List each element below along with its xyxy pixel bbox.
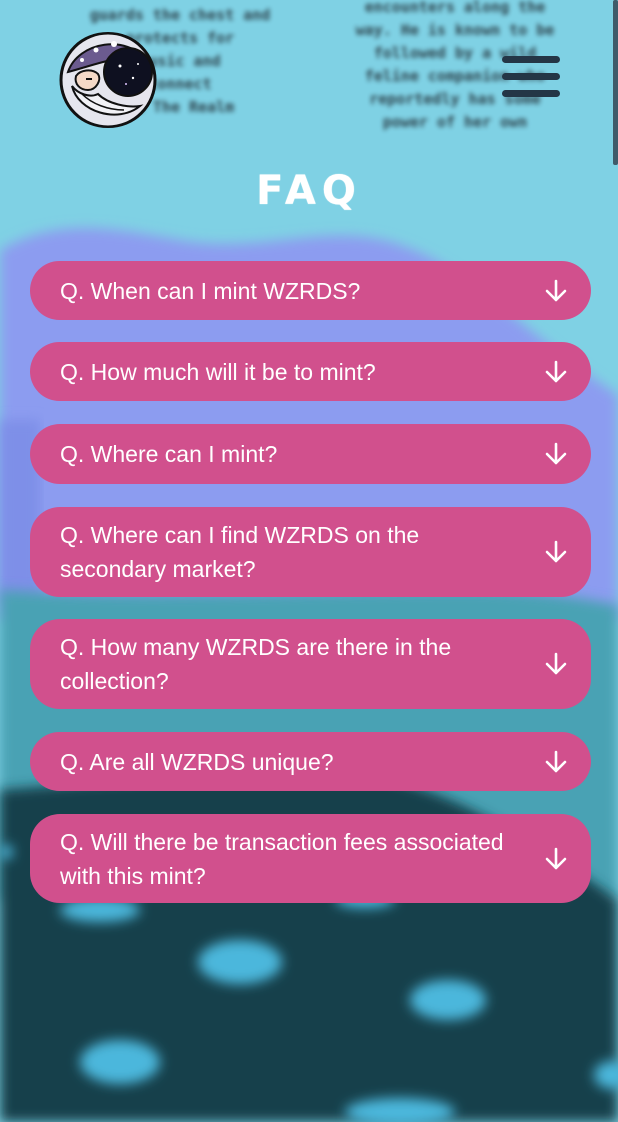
faq-question: Q. Are all WZRDS unique?: [60, 748, 334, 775]
arrow-down-icon: [545, 360, 567, 382]
hamburger-menu-icon[interactable]: [500, 54, 562, 100]
arrow-down-icon: [545, 750, 567, 772]
faq-question: Q. How many WZRDS are there in the colle…: [60, 634, 452, 694]
faq-question: Q. When can I mint WZRDS?: [60, 277, 361, 304]
scrollbar[interactable]: [613, 0, 618, 165]
faq-question: Q. Where can I mint?: [60, 441, 278, 467]
faq-item[interactable]: Q. How many WZRDS are there in the colle…: [30, 619, 591, 709]
arrow-down-icon: [545, 652, 567, 675]
faq-item[interactable]: Q. Are all WZRDS unique?: [30, 732, 591, 791]
arrow-down-icon: [545, 847, 567, 869]
faq-item[interactable]: Q. How much will it be to mint?: [30, 342, 591, 401]
faq-question: Q. Where can I find WZRDS on the seconda…: [60, 522, 420, 582]
arrow-down-icon: [545, 279, 567, 301]
arrow-down-icon: [545, 540, 567, 563]
wizard-avatar-logo[interactable]: [58, 32, 158, 128]
faq-page: guards the chest and protects for music …: [0, 0, 618, 1122]
faq-question: Q. How much will it be to mint?: [60, 358, 376, 385]
arrow-down-icon: [545, 442, 567, 465]
faq-item[interactable]: Q. Where can I find WZRDS on the seconda…: [30, 507, 591, 597]
faq-item[interactable]: Q. When can I mint WZRDS?: [30, 261, 591, 320]
faq-question: Q. Will there be transaction fees associ…: [60, 828, 504, 889]
faq-title: FAQ: [256, 168, 362, 214]
faq-item[interactable]: Q. Where can I mint?: [30, 424, 591, 484]
faq-item[interactable]: Q. Will there be transaction fees associ…: [30, 814, 591, 903]
